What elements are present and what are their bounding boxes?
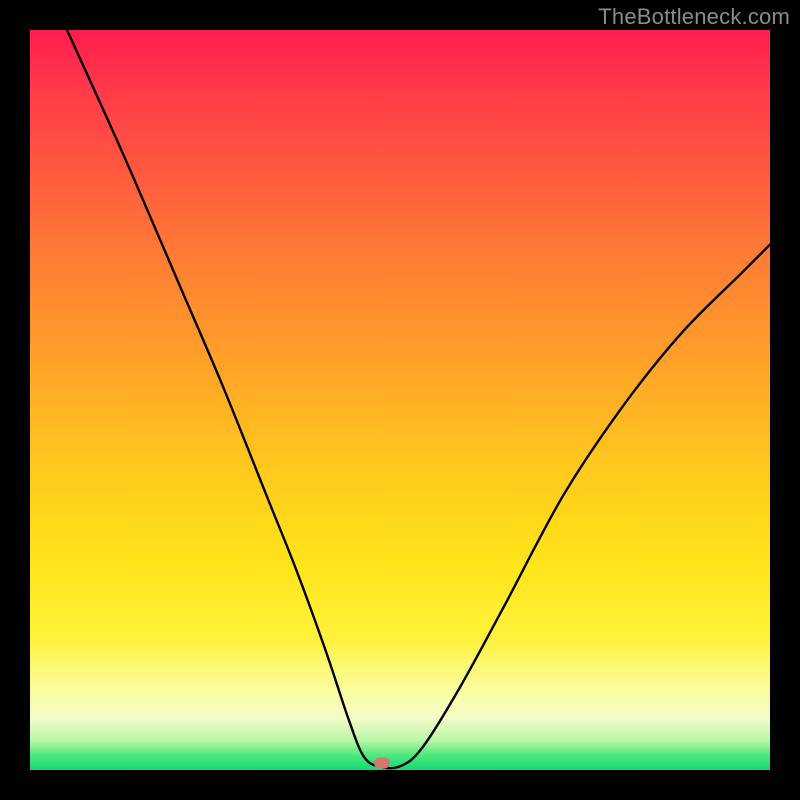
optimal-marker	[374, 757, 390, 768]
chart-stage: TheBottleneck.com	[0, 0, 800, 800]
plot-area	[30, 30, 770, 770]
watermark-text: TheBottleneck.com	[598, 4, 790, 30]
bottleneck-curve	[30, 30, 770, 770]
